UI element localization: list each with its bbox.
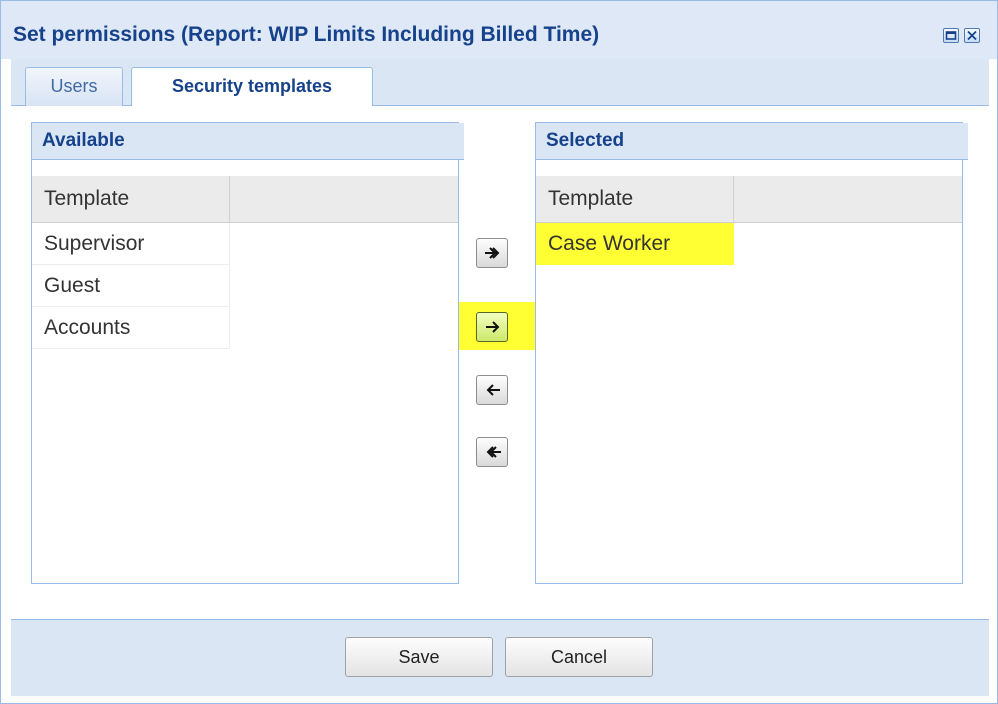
available-panel-title: Available [32, 123, 464, 160]
move-left-button[interactable] [476, 375, 508, 405]
move-all-right-button[interactable] [476, 238, 508, 268]
close-icon[interactable] [964, 28, 980, 43]
available-template-column-header[interactable]: Template [32, 176, 230, 222]
list-item[interactable]: Guest [32, 265, 230, 307]
selected-grid-header: Template [536, 176, 962, 223]
save-button[interactable]: Save [345, 637, 493, 677]
move-right-button[interactable] [476, 312, 508, 342]
available-panel: Available Template Supervisor Guest Acco… [31, 122, 464, 584]
selected-panel-title: Selected [536, 123, 968, 160]
selected-panel: Selected Template Case Worker [535, 122, 968, 584]
dialog-footer: Save Cancel [11, 619, 989, 696]
list-item[interactable]: Case Worker [536, 223, 734, 265]
list-item[interactable]: Accounts [32, 307, 230, 349]
permissions-window: Set permissions (Report: WIP Limits Incl… [0, 0, 998, 704]
window-title-bar[interactable]: Set permissions (Report: WIP Limits Incl… [1, 1, 997, 59]
selected-template-column-header[interactable]: Template [536, 176, 734, 222]
cancel-button[interactable]: Cancel [505, 637, 653, 677]
available-list: Supervisor Guest Accounts [32, 223, 230, 349]
tab-content: Available Template Supervisor Guest Acco… [11, 106, 989, 619]
list-item[interactable]: Supervisor [32, 223, 230, 265]
window-title: Set permissions (Report: WIP Limits Incl… [13, 23, 600, 46]
selected-list: Case Worker [536, 223, 734, 265]
move-all-left-button[interactable] [476, 437, 508, 467]
tab-security-templates[interactable]: Security templates [131, 67, 373, 107]
tab-strip: Users Security templates [11, 59, 989, 107]
available-grid-header: Template [32, 176, 458, 223]
tab-users[interactable]: Users [25, 67, 123, 106]
maximize-icon[interactable] [943, 28, 959, 43]
